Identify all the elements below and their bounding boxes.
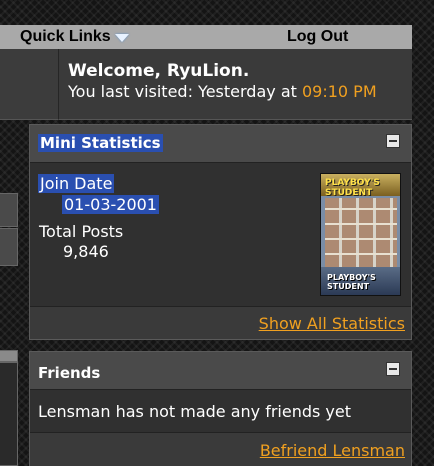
- left-column-tab: [0, 193, 18, 227]
- join-date-value: 01-03-2001: [62, 195, 159, 214]
- quick-links-label: Quick Links: [20, 28, 111, 45]
- last-visited-label: You last visited: Yesterday at: [68, 82, 302, 101]
- banner-top-text: PLAYBOY'S STUDENT: [325, 178, 380, 198]
- last-visited-time: 09:10 PM: [301, 82, 377, 101]
- collapse-minus-icon[interactable]: [386, 362, 400, 376]
- left-column-panel: [0, 362, 18, 466]
- banner-bottom-logo: PLAYBOY'S STUDENT: [321, 267, 400, 295]
- friends-empty-message: Lensman has not made any friends yet: [38, 402, 352, 421]
- total-posts-label: Total Posts: [39, 222, 124, 241]
- show-all-statistics-link[interactable]: Show All Statistics: [259, 314, 405, 333]
- banner-bottom-text: PLAYBOY'S STUDENT: [327, 273, 376, 291]
- mini-statistics-title-text: Mini Statistics: [38, 134, 163, 152]
- join-date-label-text: Join Date: [38, 174, 115, 193]
- befriend-link[interactable]: Befriend Lensman: [260, 441, 405, 460]
- left-column-header: [0, 350, 18, 362]
- join-date-value-text: 01-03-2001: [62, 195, 159, 214]
- mini-statistics-title: Mini Statistics: [38, 134, 163, 152]
- friends-title: Friends: [38, 364, 101, 382]
- left-column-block: [0, 49, 58, 120]
- banner-image[interactable]: PLAYBOY'S STUDENT PLAYBOY'S STUDENT: [320, 173, 401, 296]
- banner-top-logo: PLAYBOY'S STUDENT: [321, 174, 400, 198]
- join-date-label: Join Date: [38, 174, 115, 193]
- total-posts-value: 9,846: [63, 242, 109, 261]
- dropdown-triangle-icon: [114, 34, 129, 42]
- welcome-title: Welcome, RyuLion.: [68, 61, 250, 81]
- last-visited-text: You last visited: Yesterday at 09:10 PM: [68, 82, 377, 101]
- log-out-link[interactable]: Log Out: [287, 28, 348, 46]
- collapse-minus-icon[interactable]: [386, 134, 400, 148]
- left-column-tab: [0, 228, 18, 266]
- banner-grid-lines: [325, 198, 397, 268]
- quick-links-menu[interactable]: Quick Links: [20, 28, 129, 46]
